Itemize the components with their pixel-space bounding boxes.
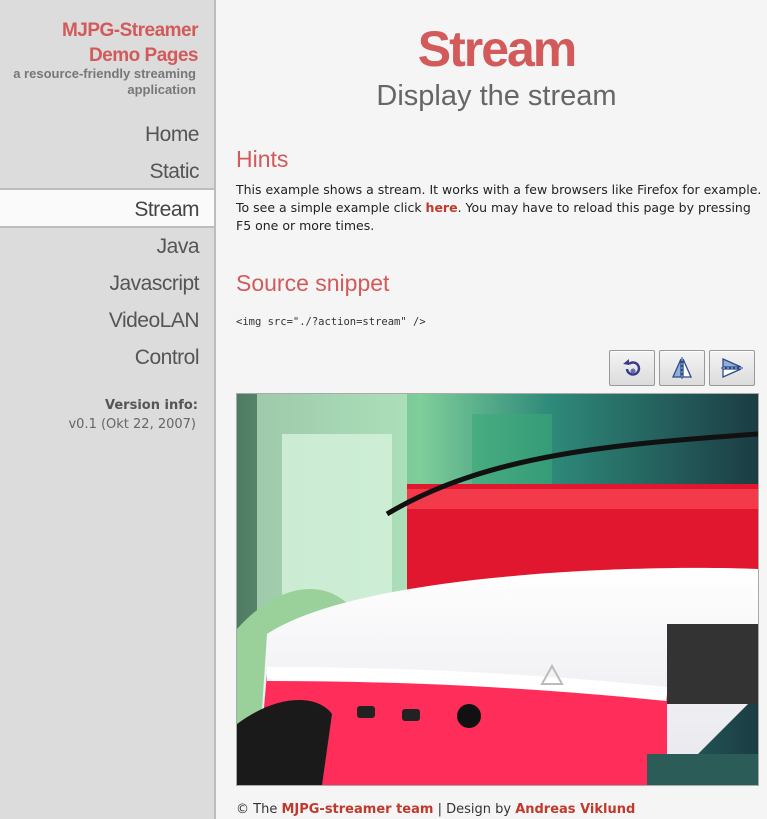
nav-item-javascript[interactable]: Javascript [0, 265, 214, 302]
nav-item-static[interactable]: Static [0, 153, 214, 190]
source-heading: Source snippet [236, 270, 390, 296]
version-value: v0.1 (Okt 22, 2007) [68, 417, 196, 432]
sidebar-nav: Home Static Stream Java Javascript Video… [0, 116, 214, 376]
stream-image [236, 393, 759, 786]
hints-text: This example shows a stream. It works wi… [236, 181, 766, 235]
flip-horizontal-icon [721, 357, 743, 379]
page-subtitle: Display the stream [376, 80, 617, 112]
main-content: Stream Display the stream Hints This exa… [216, 0, 767, 819]
here-link[interactable]: here [426, 200, 458, 215]
nav-item-control[interactable]: Control [0, 339, 214, 376]
nav-item-videolan[interactable]: VideoLAN [0, 302, 214, 339]
team-link[interactable]: MJPG-streamer team [281, 802, 433, 817]
nav-item-stream[interactable]: Stream [0, 190, 214, 228]
rotate-icon [623, 359, 641, 376]
stream-photo [237, 394, 758, 785]
hints-heading: Hints [236, 146, 289, 172]
flip-horizontal-button[interactable] [709, 350, 755, 386]
footer-prefix: © The [236, 802, 282, 817]
nav-item-java[interactable]: Java [0, 228, 214, 265]
page-title: Stream [417, 21, 578, 77]
brand-title: MJPG-Streamer Demo Pages [61, 18, 199, 68]
footer: © The MJPG-streamer team | Design by And… [236, 802, 635, 817]
version-label: Version info: [105, 398, 198, 413]
brand-subtitle: a resource-friendly streaming applicatio… [0, 66, 196, 98]
source-code: <img src="./?action=stream" /> [236, 316, 426, 328]
footer-middle: | Design by [433, 802, 516, 817]
nav-item-home[interactable]: Home [0, 116, 214, 153]
rotate-button[interactable] [609, 350, 655, 386]
brand-subtitle-line2: application [127, 82, 196, 97]
sidebar: MJPG-Streamer Demo Pages a resource-frie… [0, 0, 216, 819]
flip-vertical-icon [671, 357, 693, 379]
brand-subtitle-line1: a resource-friendly streaming [13, 66, 196, 81]
brand-title-line2: Demo Pages [88, 45, 199, 66]
brand-title-line1: MJPG-Streamer [61, 20, 199, 41]
designer-link[interactable]: Andreas Viklund [515, 802, 635, 817]
flip-vertical-button[interactable] [659, 350, 705, 386]
